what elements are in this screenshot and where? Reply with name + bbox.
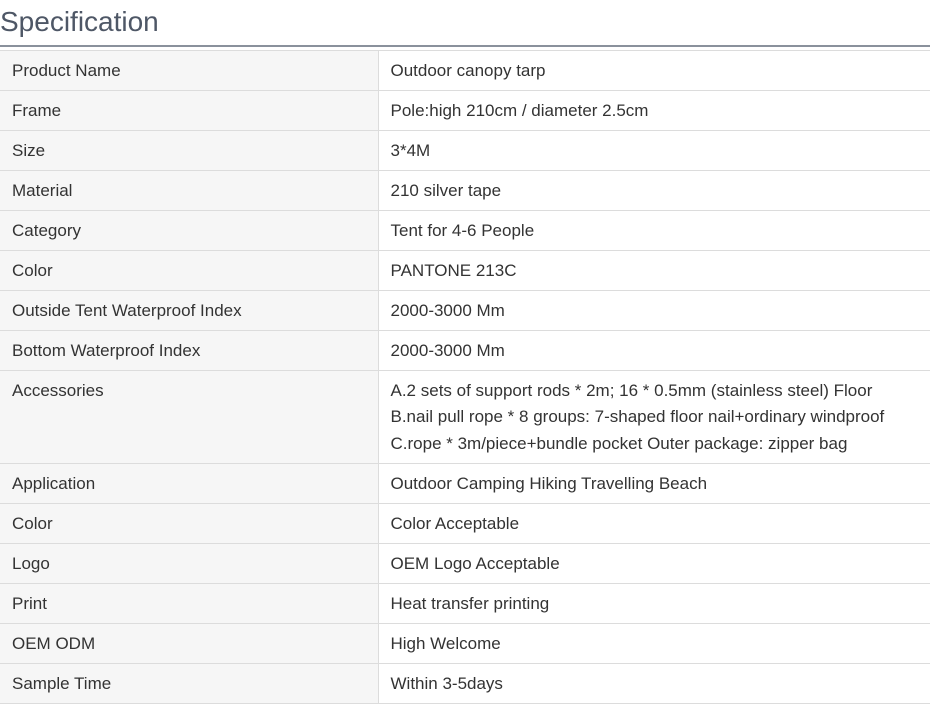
spec-value-line: High Welcome (391, 631, 930, 658)
spec-row: Accessories A.2 sets of support rods * 2m… (0, 371, 930, 464)
spec-key: Material (0, 171, 378, 211)
spec-key: Color (0, 251, 378, 291)
spec-value-line: 2000-3000 Mm (391, 338, 930, 365)
spec-value-line: Color Acceptable (391, 511, 930, 538)
spec-key: Print (0, 584, 378, 624)
spec-key: Logo (0, 544, 378, 584)
spec-value: Outdoor canopy tarp (378, 51, 930, 91)
spec-row: Sample Time Within 3-5days (0, 664, 930, 704)
spec-row: Application Outdoor Camping Hiking Travel… (0, 464, 930, 504)
spec-value: High Welcome (378, 624, 930, 664)
spec-row: Material 210 silver tape (0, 171, 930, 211)
spec-value: 3*4M (378, 131, 930, 171)
spec-value: Tent for 4-6 People (378, 211, 930, 251)
spec-key: Frame (0, 91, 378, 131)
spec-row: Color PANTONE 213C (0, 251, 930, 291)
spec-row: Logo OEM Logo Acceptable (0, 544, 930, 584)
spec-value-line: Pole:high 210cm / diameter 2.5cm (391, 98, 930, 125)
spec-value: A.2 sets of support rods * 2m; 16 * 0.5m… (378, 371, 930, 464)
spec-value: PANTONE 213C (378, 251, 930, 291)
spec-key: Sample Time (0, 664, 378, 704)
specification-table-body: Product Name Outdoor canopy tarp Frame Pole… (0, 51, 930, 704)
spec-value: 2000-3000 Mm (378, 291, 930, 331)
spec-value: Color Acceptable (378, 504, 930, 544)
spec-key: Accessories (0, 371, 378, 464)
spec-value-line: OEM Logo Acceptable (391, 551, 930, 578)
spec-key: Product Name (0, 51, 378, 91)
spec-key: Color (0, 504, 378, 544)
spec-row: Size 3*4M (0, 131, 930, 171)
spec-value-line: Within 3-5days (391, 671, 930, 698)
spec-value-line: PANTONE 213C (391, 258, 930, 285)
spec-value: Outdoor Camping Hiking Travelling Beach (378, 464, 930, 504)
spec-value: OEM Logo Acceptable (378, 544, 930, 584)
spec-row: OEM ODM High Welcome (0, 624, 930, 664)
spec-value: 210 silver tape (378, 171, 930, 211)
spec-key: Bottom Waterproof Index (0, 331, 378, 371)
spec-row: Category Tent for 4-6 People (0, 211, 930, 251)
spec-key: Category (0, 211, 378, 251)
spec-value-line: B.nail pull rope * 8 groups: 7-shaped fl… (391, 404, 930, 431)
spec-value-line: Outdoor Camping Hiking Travelling Beach (391, 471, 930, 498)
spec-value-line: 210 silver tape (391, 178, 930, 205)
specification-table: Product Name Outdoor canopy tarp Frame Pole… (0, 50, 930, 704)
spec-row: Frame Pole:high 210cm / diameter 2.5cm (0, 91, 930, 131)
spec-value-line: Outdoor canopy tarp (391, 58, 930, 85)
spec-value: 2000-3000 Mm (378, 331, 930, 371)
spec-key: Outside Tent Waterproof Index (0, 291, 378, 331)
spec-row: Color Color Acceptable (0, 504, 930, 544)
spec-value: Heat transfer printing (378, 584, 930, 624)
spec-key: Application (0, 464, 378, 504)
spec-value-line: Tent for 4-6 People (391, 218, 930, 245)
spec-row: Product Name Outdoor canopy tarp (0, 51, 930, 91)
spec-row: Print Heat transfer printing (0, 584, 930, 624)
spec-value: Within 3-5days (378, 664, 930, 704)
spec-key: Size (0, 131, 378, 171)
specification-heading: Specification (0, 0, 930, 47)
spec-value-line: 3*4M (391, 138, 930, 165)
spec-key: OEM ODM (0, 624, 378, 664)
spec-value-line: Heat transfer printing (391, 591, 930, 618)
spec-row: Bottom Waterproof Index 2000-3000 Mm (0, 331, 930, 371)
spec-value-line: C.rope * 3m/piece+bundle pocket Outer pa… (391, 431, 930, 458)
spec-value-line: A.2 sets of support rods * 2m; 16 * 0.5m… (391, 378, 930, 405)
spec-row: Outside Tent Waterproof Index 2000-3000 M… (0, 291, 930, 331)
spec-value: Pole:high 210cm / diameter 2.5cm (378, 91, 930, 131)
spec-value-line: 2000-3000 Mm (391, 298, 930, 325)
